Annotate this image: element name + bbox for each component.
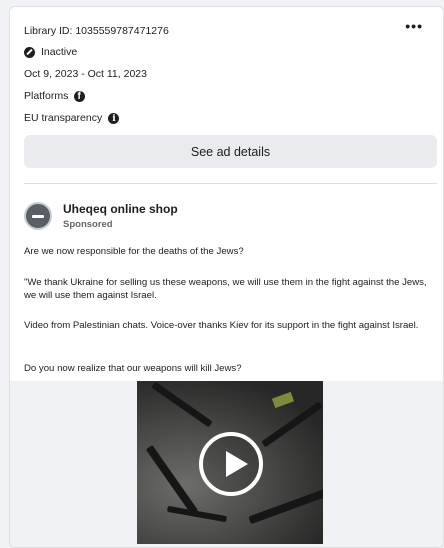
advertiser-avatar[interactable] [24,202,52,230]
ad-media [10,381,443,547]
play-icon[interactable] [199,432,263,496]
info-icon[interactable] [108,112,120,126]
ad-body-paragraph: "We thank Ukraine for selling us these w… [24,277,427,301]
platforms-row: Platforms [24,89,86,104]
ad-card: Library ID: 1035559787471276 Inactive Oc… [9,6,444,548]
ad-body-paragraph: Are we now responsible for the deaths of… [24,246,244,257]
video-thumbnail[interactable] [137,381,323,544]
more-options-button[interactable]: ••• [405,19,423,33]
library-id: Library ID: 1035559787471276 [24,25,169,37]
ad-body-paragraph: Do you now realize that our weapons will… [24,363,242,374]
see-ad-details-button[interactable]: See ad details [24,135,437,168]
sponsored-label: Sponsored [63,219,113,230]
ad-body-paragraph: Video from Palestinian chats. Voice-over… [24,320,419,331]
facebook-icon [74,90,86,104]
status-row: Inactive [24,45,77,59]
eu-transparency-label: EU transparency [24,112,103,124]
inactive-icon [24,46,35,58]
date-range: Oct 9, 2023 - Oct 11, 2023 [24,68,147,80]
advertiser-name[interactable]: Uheqeq online shop [63,202,178,216]
divider [24,183,437,184]
platforms-label: Platforms [24,90,69,102]
status-text: Inactive [41,46,78,58]
eu-transparency-row: EU transparency [24,111,120,126]
